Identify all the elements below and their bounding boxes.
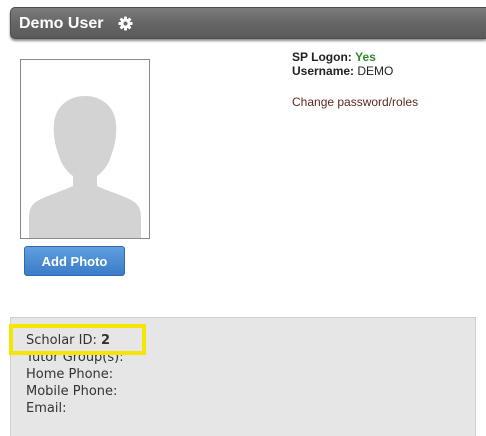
username-value: DEMO	[357, 64, 394, 78]
sp-logon-row: SP Logon: Yes	[292, 50, 393, 64]
add-photo-button[interactable]: Add Photo	[24, 246, 125, 276]
gear-icon[interactable]	[118, 16, 133, 31]
user-name-title: Demo User	[19, 15, 104, 32]
username-row: Username: DEMO	[292, 64, 393, 78]
silhouette-icon	[29, 96, 141, 238]
email-label: Email:	[26, 401, 67, 416]
sp-logon-label: SP Logon:	[292, 50, 352, 64]
account-info: SP Logon: Yes Username: DEMO	[292, 50, 393, 78]
mobile-phone-label: Mobile Phone:	[26, 384, 118, 399]
sp-logon-value: Yes	[355, 50, 376, 64]
change-password-roles-link[interactable]: Change password/roles	[292, 95, 418, 109]
username-label: Username:	[292, 64, 355, 78]
profile-photo	[20, 59, 150, 239]
home-phone-label: Home Phone:	[26, 367, 114, 382]
user-title-bar: Demo User	[10, 7, 486, 39]
scholar-id-highlight	[9, 324, 146, 355]
